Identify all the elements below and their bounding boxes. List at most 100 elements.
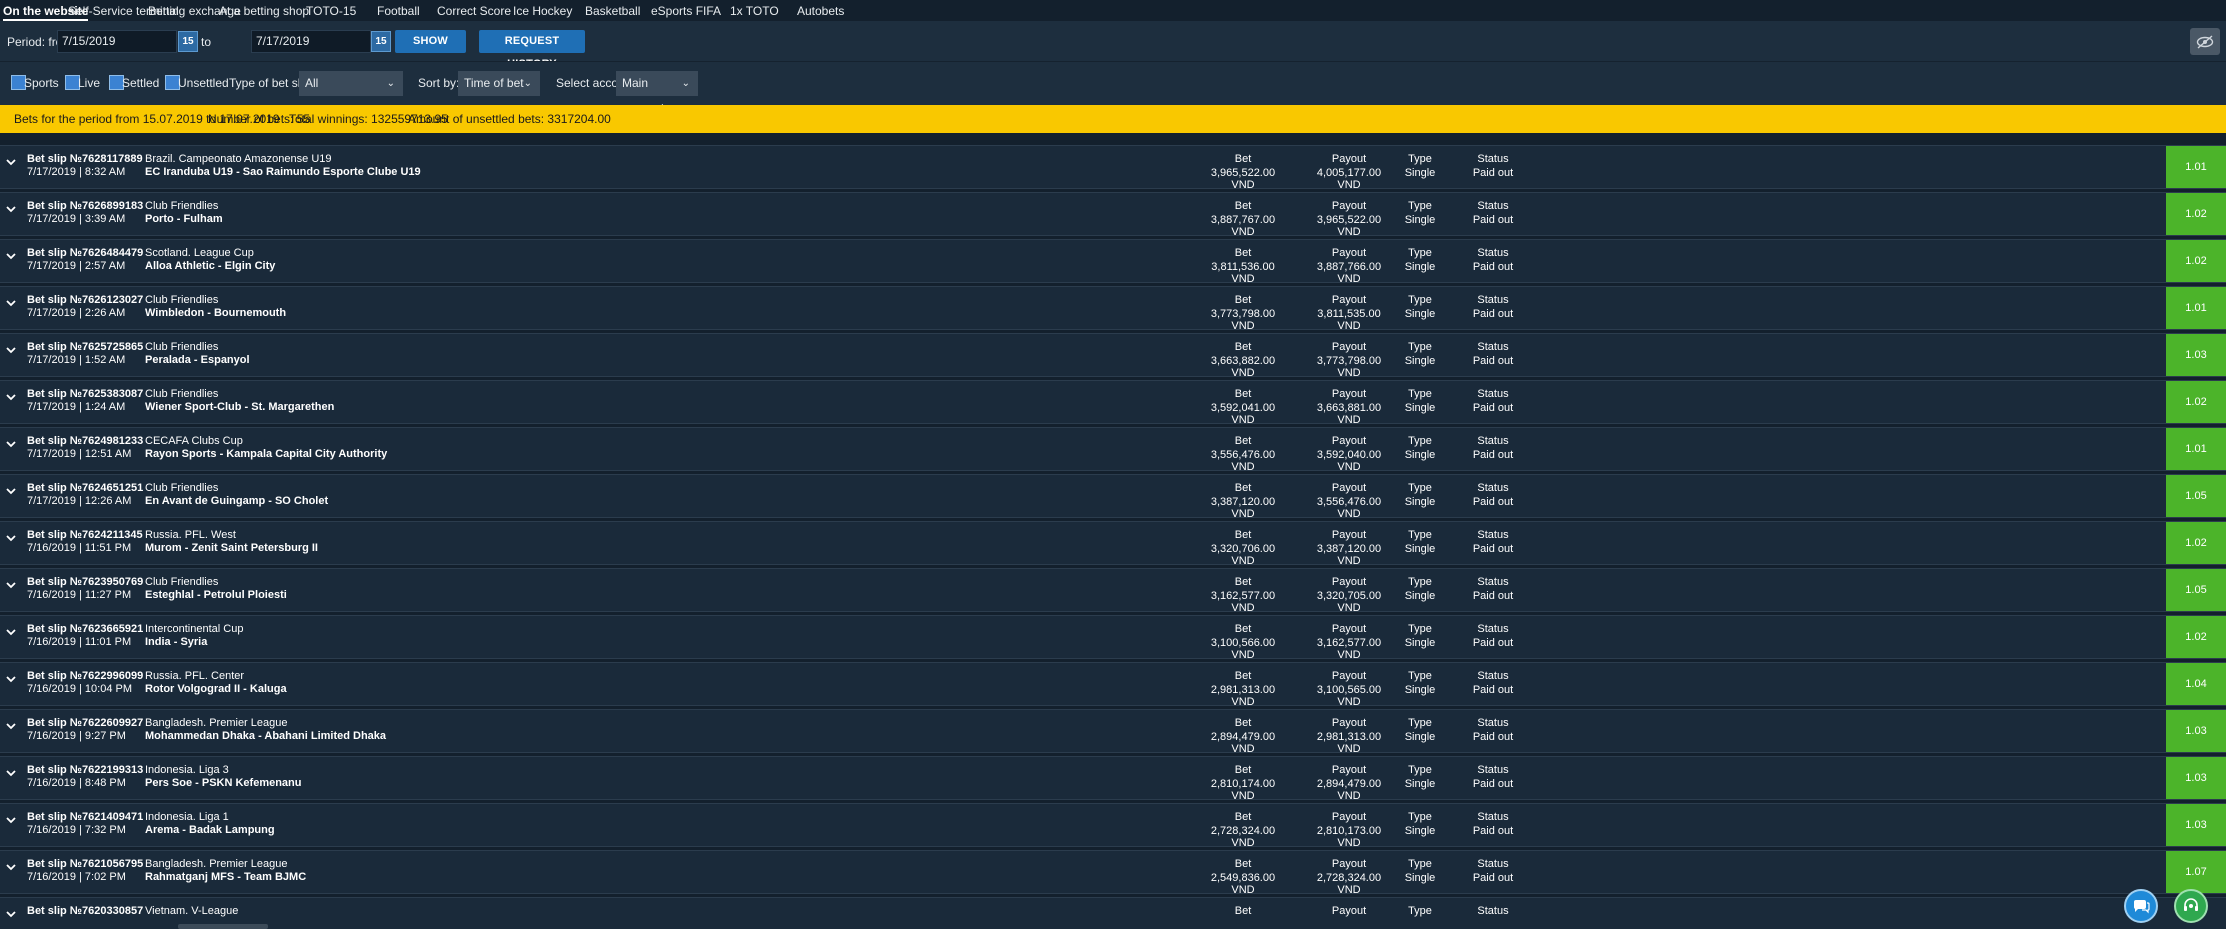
tab-correct-score[interactable]: Correct Score [437, 4, 511, 18]
type-cell: Type Single [1395, 811, 1445, 837]
calendar-icon[interactable]: 15 [178, 31, 198, 52]
odds-badge: 1.04 [2166, 663, 2226, 705]
bet-row[interactable]: Bet slip №7624981233 7/17/2019 | 12:51 AM… [0, 427, 2226, 473]
tab-1x-toto[interactable]: 1x TOTO [730, 4, 779, 18]
bet-row[interactable]: Bet slip №7625725865 7/17/2019 | 1:52 AM C… [0, 333, 2226, 379]
bet-league: Club Friendlies [145, 576, 219, 588]
bet-league: Russia. PFL. West [145, 529, 236, 541]
tab-basketball[interactable]: Basketball [585, 4, 640, 18]
type-cell: Type Single [1395, 717, 1445, 743]
chevron-down-icon[interactable] [5, 579, 17, 591]
bet-row[interactable]: Bet slip №7626123027 7/17/2019 | 2:26 AM C… [0, 286, 2226, 332]
chat-icon [2133, 900, 2150, 914]
chevron-down-icon[interactable] [5, 438, 17, 450]
bet-row[interactable]: Bet slip №7622199313 7/16/2019 | 8:48 PM I… [0, 756, 2226, 802]
type-cell: Type Single [1395, 764, 1445, 790]
bet-row[interactable]: Bet slip №7623950769 7/16/2019 | 11:27 PM… [0, 568, 2226, 614]
bet-slip-number: Bet slip №7623665921 [27, 623, 144, 635]
bet-row[interactable]: Bet slip №7626899183 7/17/2019 | 3:39 AM C… [0, 192, 2226, 238]
account-select[interactable]: Main account ⌄ [616, 71, 698, 115]
date-from-input[interactable]: 7/15/2019 [57, 30, 177, 53]
chevron-down-icon[interactable] [5, 861, 17, 873]
top-tabs: On the website Self-Service terminal Bet… [0, 0, 2226, 21]
bet-type: Single [1404, 637, 1436, 649]
bet-row[interactable]: Bet slip №7621056795 7/16/2019 | 7:02 PM B… [0, 850, 2226, 896]
bet-status: Paid out [1472, 261, 1514, 273]
bet-row[interactable]: Bet slip №7624651251 7/17/2019 | 12:26 AM… [0, 474, 2226, 520]
bet-row[interactable]: Bet slip №7626484479 7/17/2019 | 2:57 AM S… [0, 239, 2226, 285]
type-cell: Type Single [1395, 482, 1445, 508]
tab-football[interactable]: Football [377, 4, 420, 18]
bet-amount: 3,663,882.00 VND [1210, 355, 1276, 379]
status-cell: Status Paid out [1463, 623, 1523, 649]
bet-row[interactable]: Bet slip №7623665921 7/16/2019 | 11:01 PM… [0, 615, 2226, 661]
bet-slip-number: Bet slip №7622996099 [27, 670, 144, 682]
period-bar: Period: from 7/15/2019 15 to 7/17/2019 1… [0, 21, 2226, 70]
bet-header: Bet [1234, 200, 1252, 212]
chevron-down-icon[interactable] [5, 720, 17, 732]
bet-status: Paid out [1472, 543, 1514, 555]
type-cell: Type Single [1395, 247, 1445, 273]
chevron-down-icon[interactable] [5, 203, 17, 215]
payout-amount: 3,887,766.00 VND [1316, 261, 1382, 285]
bet-row[interactable]: Bet slip №7622996099 7/16/2019 | 10:04 PM… [0, 662, 2226, 708]
chevron-down-icon[interactable] [5, 908, 17, 920]
tab-ice-hockey[interactable]: Ice Hockey [513, 4, 572, 18]
bet-league: Indonesia. Liga 1 [145, 811, 229, 823]
bet-type: Single [1404, 825, 1436, 837]
calendar-icon[interactable]: 15 [371, 31, 391, 52]
sort-by-select[interactable]: Time of bet ⌄ [458, 71, 540, 96]
bet-league: Russia. PFL. Center [145, 670, 245, 682]
payout-cell: Payout 3,663,881.00 VND [1308, 388, 1390, 426]
bet-row[interactable]: Bet slip №7625383087 7/17/2019 | 1:24 AM C… [0, 380, 2226, 426]
tab-autobets[interactable]: Autobets [797, 4, 844, 18]
chevron-down-icon[interactable] [5, 626, 17, 638]
bet-row[interactable]: Bet slip №7620330857 Vietnam. V-League Bet… [0, 897, 2226, 929]
type-cell: Type Single [1395, 529, 1445, 555]
chat-button[interactable] [2124, 889, 2158, 923]
chevron-down-icon[interactable] [5, 156, 17, 168]
bet-slip-type-select[interactable]: All ⌄ [299, 71, 403, 96]
bet-amount-cell: Bet [1203, 905, 1283, 917]
chevron-down-icon[interactable] [5, 391, 17, 403]
chevron-down-icon[interactable] [5, 673, 17, 685]
type-header: Type [1408, 717, 1432, 729]
chevron-down-icon[interactable] [5, 485, 17, 497]
bet-slip-number: Bet slip №7623950769 [27, 576, 144, 588]
bet-amount-cell: Bet 2,981,313.00 VND [1203, 670, 1283, 708]
bet-match: India - Syria [145, 636, 208, 648]
tab-toto-15[interactable]: TOTO-15 [306, 4, 356, 18]
bet-header: Bet [1234, 435, 1252, 447]
horizontal-scrollbar[interactable] [178, 924, 268, 929]
bet-row[interactable]: Bet slip №7621409471 7/16/2019 | 7:32 PM I… [0, 803, 2226, 849]
payout-amount: 3,387,120.00 VND [1316, 543, 1382, 567]
tab-at-a-betting-shop[interactable]: At a betting shop [219, 4, 309, 18]
bet-slip-number: Bet slip №7626123027 [27, 294, 144, 306]
payout-cell: Payout 3,887,766.00 VND [1308, 247, 1390, 285]
bet-header: Bet [1234, 247, 1252, 259]
bet-row[interactable]: Bet slip №7628117889 7/17/2019 | 8:32 AM B… [0, 145, 2226, 191]
bet-row[interactable]: Bet slip №7624211345 7/16/2019 | 11:51 PM… [0, 521, 2226, 567]
bet-match: Murom - Zenit Saint Petersburg II [145, 542, 318, 554]
show-button[interactable]: SHOW [395, 30, 466, 53]
bet-row[interactable]: Bet slip №7622609927 7/16/2019 | 9:27 PM B… [0, 709, 2226, 755]
support-button[interactable] [2174, 889, 2208, 923]
type-header: Type [1408, 576, 1432, 588]
bet-type: Single [1404, 308, 1436, 320]
chevron-down-icon[interactable] [5, 250, 17, 262]
bet-header: Bet [1234, 764, 1252, 776]
bet-type: Single [1404, 214, 1436, 226]
status-header: Status [1477, 435, 1509, 447]
bets-summary: Bets for the period from 15.07.2019 to 1… [0, 105, 2226, 133]
chevron-down-icon[interactable] [5, 532, 17, 544]
chevron-down-icon[interactable] [5, 814, 17, 826]
date-to-input[interactable]: 7/17/2019 [251, 30, 371, 53]
chevron-down-icon[interactable] [5, 767, 17, 779]
request-history-button[interactable]: REQUEST HISTORY [479, 30, 585, 70]
tab-esports-fifa[interactable]: eSports FIFA [651, 4, 721, 18]
status-header: Status [1477, 858, 1509, 870]
chevron-down-icon[interactable] [5, 297, 17, 309]
hide-balance-button[interactable] [2190, 28, 2220, 55]
bet-slip-number: Bet slip №7620330857 [27, 905, 144, 917]
chevron-down-icon[interactable] [5, 344, 17, 356]
